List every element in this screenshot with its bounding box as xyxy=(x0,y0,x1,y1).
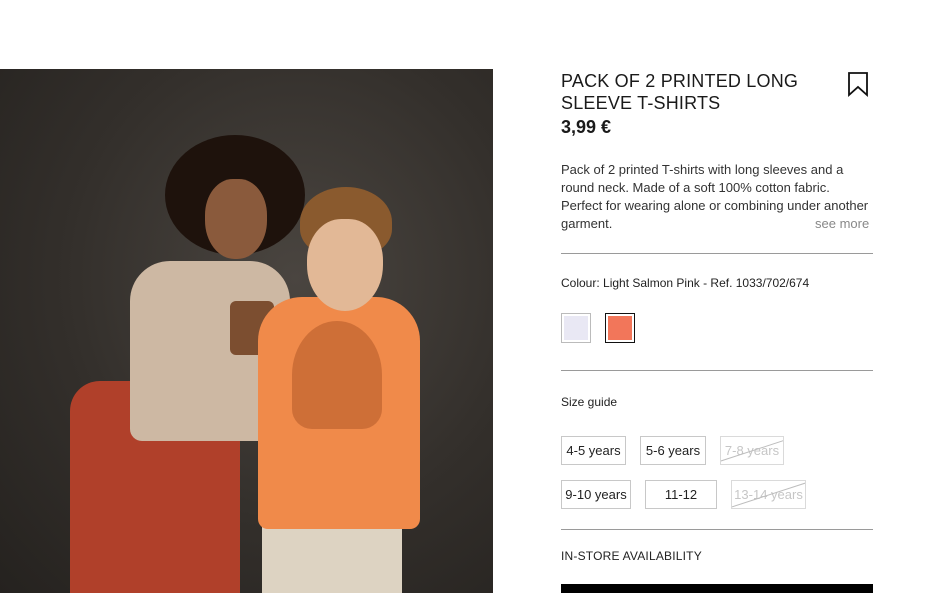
size-option[interactable]: 5-6 years xyxy=(640,436,706,465)
product-title: PACK OF 2 PRINTED LONG SLEEVE T-SHIRTS xyxy=(561,71,799,113)
see-more-link[interactable]: see more xyxy=(815,216,869,231)
size-guide-link[interactable]: Size guide xyxy=(561,395,617,409)
divider xyxy=(561,253,873,254)
product-image[interactable] xyxy=(0,69,493,593)
boy-figure-face xyxy=(307,219,383,311)
size-label: 9-10 years xyxy=(565,487,627,502)
divider xyxy=(561,370,873,371)
in-store-availability-link[interactable]: IN-STORE AVAILABILITY xyxy=(561,549,702,563)
size-label: 4-5 years xyxy=(566,443,621,458)
size-option[interactable]: 4-5 years xyxy=(561,436,626,465)
swatch-fill xyxy=(608,316,632,340)
bookmark-icon[interactable] xyxy=(846,71,870,98)
colour-label: Colour: Light Salmon Pink - Ref. 1033/70… xyxy=(561,276,810,290)
colour-swatch-light-salmon-pink[interactable] xyxy=(605,313,635,343)
size-option[interactable]: 9-10 years xyxy=(561,480,631,509)
product-page: PACK OF 2 PRINTED LONG SLEEVE T-SHIRTS 3… xyxy=(0,0,950,593)
divider xyxy=(561,529,873,530)
size-label: 5-6 years xyxy=(645,443,701,458)
boy-shirt-print xyxy=(292,321,382,429)
girl-figure-face xyxy=(205,179,267,259)
swatch-fill xyxy=(564,316,588,340)
colour-swatch-white[interactable] xyxy=(561,313,591,343)
size-option: 13-14 years xyxy=(731,480,806,509)
product-price: 3,99 € xyxy=(561,117,612,137)
size-option: 7-8 years xyxy=(720,436,784,465)
add-to-cart-button[interactable] xyxy=(561,584,873,593)
size-label: 11-12 years xyxy=(664,487,698,502)
size-option[interactable]: 11-12 years xyxy=(645,480,717,509)
